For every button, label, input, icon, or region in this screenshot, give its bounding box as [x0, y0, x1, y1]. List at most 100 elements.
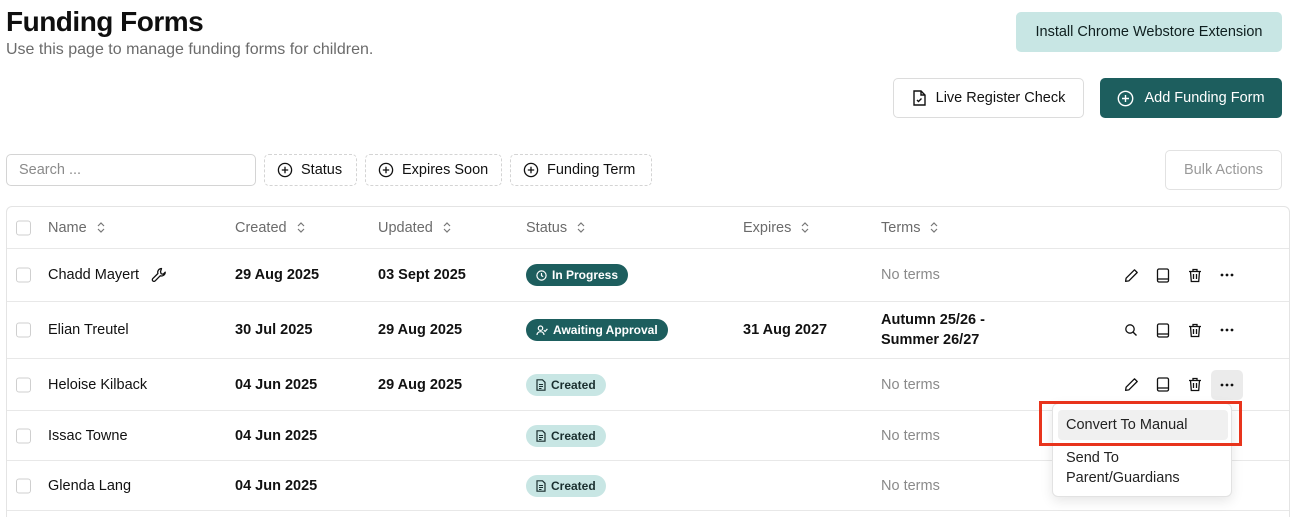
- table-row[interactable]: Chadd Mayert 29 Aug 2025 03 Sept 2025 In…: [7, 249, 1289, 302]
- status-cell: Created: [526, 424, 606, 447]
- ellipsis-icon: [1220, 273, 1234, 277]
- view-book-button[interactable]: [1147, 370, 1179, 400]
- status-badge: Awaiting Approval: [526, 319, 668, 341]
- sort-icon: [443, 222, 451, 233]
- status-label: Created: [551, 478, 596, 493]
- page-title: Funding Forms: [6, 6, 204, 37]
- row-checkbox[interactable]: [16, 428, 31, 443]
- clock-icon: [536, 269, 547, 281]
- created-date: 30 Jul 2025: [235, 322, 313, 338]
- view-book-button[interactable]: [1147, 260, 1179, 290]
- row-options-menu: Convert To Manual Send To Parent/Guardia…: [1052, 403, 1232, 497]
- terms-text: No terms: [881, 267, 940, 283]
- name-cell: Chadd Mayert: [48, 267, 167, 283]
- column-header-updated[interactable]: Updated: [378, 220, 451, 236]
- status-filter-label: Status: [301, 162, 343, 178]
- document-icon: [536, 429, 546, 442]
- row-actions: [1115, 369, 1243, 400]
- column-header-terms[interactable]: Terms: [881, 220, 938, 236]
- plus-circle-icon: [1118, 90, 1134, 106]
- child-name: Elian Treutel: [48, 322, 129, 338]
- convert-to-manual-option[interactable]: Convert To Manual: [1058, 410, 1228, 440]
- status-label: Created: [551, 377, 596, 392]
- document-icon: [912, 90, 926, 106]
- row-checkbox[interactable]: [16, 267, 31, 283]
- sort-icon: [801, 222, 809, 233]
- book-icon: [1156, 267, 1170, 283]
- created-date: 04 Jun 2025: [235, 376, 318, 393]
- trash-icon: [1189, 323, 1201, 337]
- add-funding-form-label: Add Funding Form: [1144, 90, 1265, 106]
- status-cell: Created: [526, 373, 606, 396]
- created-date: 04 Jun 2025: [235, 427, 318, 444]
- child-name: Chadd Mayert: [48, 267, 140, 283]
- page-subtitle: Use this page to manage funding forms fo…: [6, 41, 374, 58]
- send-to-parent-guardians-option[interactable]: Send To Parent/Guardians: [1058, 448, 1228, 488]
- delete-button[interactable]: [1179, 370, 1211, 400]
- add-funding-form-button[interactable]: Add Funding Form: [1100, 78, 1282, 118]
- more-options-button[interactable]: [1211, 369, 1243, 400]
- expires-soon-filter-label: Expires Soon: [402, 162, 489, 178]
- document-icon: [536, 378, 546, 391]
- created-date: 29 Aug 2025: [235, 267, 320, 283]
- status-label: Created: [551, 428, 596, 443]
- terms-text: Autumn 25/26 - Summer 26/27: [881, 312, 985, 348]
- sort-icon: [577, 222, 585, 233]
- edit-button[interactable]: [1115, 260, 1147, 290]
- trash-icon: [1189, 268, 1201, 282]
- updated-date: 03 Sept 2025: [378, 267, 466, 283]
- delete-button[interactable]: [1179, 315, 1211, 345]
- column-header-created[interactable]: Created: [235, 220, 305, 236]
- child-name: Issac Towne: [48, 427, 128, 444]
- plus-circle-icon: [378, 162, 394, 178]
- bulk-actions-label: Bulk Actions: [1184, 162, 1263, 178]
- row-checkbox[interactable]: [16, 322, 31, 338]
- status-badge: In Progress: [526, 264, 629, 286]
- user-check-icon: [536, 324, 548, 335]
- sort-icon: [97, 222, 105, 233]
- updated-date: 29 Aug 2025: [378, 322, 463, 338]
- book-icon: [1156, 322, 1170, 338]
- column-header-status[interactable]: Status: [526, 220, 585, 236]
- terms-text: No terms: [881, 376, 940, 393]
- expires-date: 31 Aug 2027: [743, 322, 828, 338]
- column-header-label: Name: [48, 219, 87, 236]
- funding-term-filter-label: Funding Term: [547, 162, 636, 178]
- column-header-label: Status: [526, 219, 568, 236]
- expires-soon-filter-button[interactable]: Expires Soon: [365, 154, 502, 186]
- select-all-checkbox[interactable]: [16, 220, 31, 235]
- delete-button[interactable]: [1179, 260, 1211, 290]
- column-header-label: Expires: [743, 219, 792, 236]
- row-checkbox[interactable]: [16, 377, 31, 392]
- status-cell: Created: [526, 474, 606, 497]
- edit-button[interactable]: [1115, 370, 1147, 400]
- table-row[interactable]: Elian Treutel 30 Jul 2025 29 Aug 2025 Aw…: [7, 302, 1289, 359]
- search-button[interactable]: [1115, 315, 1147, 345]
- status-filter-button[interactable]: Status: [264, 154, 357, 186]
- child-name: Glenda Lang: [48, 477, 132, 494]
- plus-circle-icon: [277, 162, 293, 178]
- updated-date: 29 Aug 2025: [378, 376, 463, 393]
- plus-circle-icon: [523, 162, 539, 178]
- row-actions: [1115, 315, 1243, 345]
- column-header-name[interactable]: Name: [48, 220, 105, 236]
- more-options-button[interactable]: [1211, 315, 1243, 345]
- status-label: In Progress: [552, 268, 619, 282]
- child-name: Heloise Kilback: [48, 376, 148, 393]
- wrench-icon[interactable]: [151, 267, 167, 283]
- terms-text: No terms: [881, 477, 940, 494]
- row-checkbox[interactable]: [16, 478, 31, 493]
- column-header-expires[interactable]: Expires: [743, 220, 809, 236]
- search-input[interactable]: [6, 154, 256, 186]
- install-extension-button[interactable]: Install Chrome Webstore Extension: [1016, 12, 1282, 52]
- sort-icon: [931, 222, 938, 233]
- live-register-check-label: Live Register Check: [935, 90, 1066, 106]
- table-header: Name Created Updated Status Expires Term…: [7, 207, 1289, 249]
- bulk-actions-button[interactable]: Bulk Actions: [1165, 150, 1282, 190]
- more-options-button[interactable]: [1211, 260, 1243, 290]
- view-book-button[interactable]: [1147, 315, 1179, 345]
- column-header-label: Created: [235, 219, 287, 236]
- live-register-check-button[interactable]: Live Register Check: [893, 78, 1084, 118]
- funding-term-filter-button[interactable]: Funding Term: [510, 154, 652, 186]
- sort-icon: [297, 222, 305, 233]
